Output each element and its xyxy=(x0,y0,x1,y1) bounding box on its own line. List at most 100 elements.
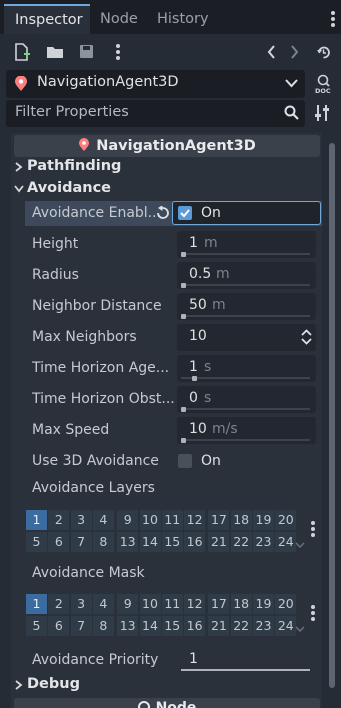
layer-bit-13[interactable]: 13 xyxy=(117,616,139,636)
history-forward-icon[interactable] xyxy=(290,44,300,60)
use-3d-avoidance-checkbox[interactable] xyxy=(178,454,192,468)
layer-bit-4[interactable]: 4 xyxy=(92,594,114,614)
layer-bit-15[interactable]: 15 xyxy=(161,532,183,552)
layer-bit-24[interactable]: 24 xyxy=(275,532,297,552)
spinbox-updown-icon[interactable] xyxy=(301,329,312,345)
layers-expand-icon[interactable] xyxy=(295,542,305,549)
layer-bit-22[interactable]: 22 xyxy=(230,616,252,636)
mask-expand-icon[interactable] xyxy=(295,626,305,633)
chevron-down-icon[interactable] xyxy=(285,79,298,88)
section-avoidance[interactable]: Avoidance xyxy=(27,180,111,196)
layer-bit-2[interactable]: 2 xyxy=(48,510,70,530)
layer-bit-17[interactable]: 17 xyxy=(208,594,230,614)
layer-bit-3[interactable]: 3 xyxy=(70,594,92,614)
layer-bit-16[interactable]: 16 xyxy=(184,532,206,552)
time-horizon-agents-label: Time Horizon Age... xyxy=(32,360,170,376)
filter-placeholder: Filter Properties xyxy=(15,104,129,120)
radius-field[interactable]: 0.5 m xyxy=(177,262,316,289)
layer-bit-5[interactable]: 5 xyxy=(26,532,47,552)
layer-bit-9[interactable]: 9 xyxy=(117,594,139,614)
chevron-down-icon[interactable] xyxy=(14,185,24,193)
layer-bit-17[interactable]: 17 xyxy=(208,510,230,530)
layer-bit-1[interactable]: 1 xyxy=(26,510,47,530)
layer-bit-21[interactable]: 21 xyxy=(208,532,230,552)
tab-node[interactable]: Node xyxy=(100,4,138,34)
avoidance-priority-field[interactable]: 1 xyxy=(177,647,316,674)
layer-bit-7[interactable]: 7 xyxy=(70,532,92,552)
slider-grabber[interactable] xyxy=(181,407,186,412)
save-icon[interactable] xyxy=(79,44,94,59)
layer-bit-19[interactable]: 19 xyxy=(253,594,274,614)
tab-menu-icon[interactable] xyxy=(331,11,335,29)
layer-bit-16[interactable]: 16 xyxy=(184,616,206,636)
layer-bit-15[interactable]: 15 xyxy=(161,616,183,636)
layers-menu-icon[interactable] xyxy=(311,521,315,539)
chevron-right-icon[interactable] xyxy=(15,680,23,690)
layer-bit-4[interactable]: 4 xyxy=(92,510,114,530)
avoidance-enabled-checkbox[interactable] xyxy=(172,201,321,225)
slider-track xyxy=(181,439,310,441)
layer-bit-23[interactable]: 23 xyxy=(253,616,274,636)
layer-bit-9[interactable]: 9 xyxy=(117,510,139,530)
class-docs-icon[interactable]: DOC xyxy=(314,74,332,95)
layer-bit-23[interactable]: 23 xyxy=(253,532,274,552)
chevron-right-icon[interactable] xyxy=(15,162,23,172)
layer-bit-18[interactable]: 18 xyxy=(230,510,252,530)
scrollbar[interactable] xyxy=(329,133,335,708)
history-back-icon[interactable] xyxy=(266,44,276,60)
layer-bit-1[interactable]: 1 xyxy=(26,594,47,614)
toolbar-menu-icon[interactable] xyxy=(116,44,120,62)
max-neighbors-spinbox[interactable]: 10 xyxy=(177,324,316,351)
layer-bit-6[interactable]: 6 xyxy=(48,616,70,636)
slider-grabber[interactable] xyxy=(181,438,186,443)
layer-bit-7[interactable]: 7 xyxy=(70,616,92,636)
layer-bit-8[interactable]: 8 xyxy=(92,616,114,636)
slider-grabber[interactable] xyxy=(192,376,197,381)
time-horizon-agents-value: 1 xyxy=(189,359,198,375)
layer-bit-11[interactable]: 11 xyxy=(161,510,183,530)
history-list-icon[interactable] xyxy=(316,45,331,60)
layer-bit-6[interactable]: 6 xyxy=(48,532,70,552)
layer-bit-5[interactable]: 5 xyxy=(26,616,47,636)
layer-bit-19[interactable]: 19 xyxy=(253,510,274,530)
layer-bit-11[interactable]: 11 xyxy=(161,594,183,614)
layer-bit-18[interactable]: 18 xyxy=(230,594,252,614)
neighbor-distance-field[interactable]: 50 m xyxy=(177,293,316,320)
layer-bit-12[interactable]: 12 xyxy=(184,594,206,614)
height-field[interactable]: 1 m xyxy=(177,231,316,258)
revert-icon[interactable] xyxy=(155,206,170,220)
layer-bit-20[interactable]: 20 xyxy=(275,594,297,614)
avoidance-mask-grid[interactable]: 1 2 3 4 9 10 11 12 17 18 19 20 5 6 7 8 13 14 15 16 21 22 23 24 xyxy=(26,594,297,636)
open-folder-icon[interactable] xyxy=(46,45,64,59)
time-horizon-obstacles-field[interactable]: 0 s xyxy=(177,386,316,413)
layer-bit-21[interactable]: 21 xyxy=(208,616,230,636)
layer-bit-13[interactable]: 13 xyxy=(117,532,139,552)
slider-grabber[interactable] xyxy=(181,283,186,288)
tab-inspector[interactable]: Inspector xyxy=(4,4,90,34)
layer-bit-20[interactable]: 20 xyxy=(275,510,297,530)
layer-bit-2[interactable]: 2 xyxy=(48,594,70,614)
section-debug[interactable]: Debug xyxy=(27,676,80,692)
layer-bit-22[interactable]: 22 xyxy=(230,532,252,552)
section-pathfinding[interactable]: Pathfinding xyxy=(27,158,121,174)
slider-grabber[interactable] xyxy=(181,252,186,257)
mask-menu-icon[interactable] xyxy=(311,605,315,623)
layer-bit-3[interactable]: 3 xyxy=(70,510,92,530)
checkbox-checked-icon[interactable] xyxy=(178,206,192,220)
time-horizon-agents-field[interactable]: 1 s xyxy=(177,355,316,382)
tab-history[interactable]: History xyxy=(157,4,209,34)
max-speed-field[interactable]: 10 m/s xyxy=(177,417,316,444)
slider-grabber[interactable] xyxy=(181,314,186,319)
scrollbar-thumb[interactable] xyxy=(329,143,335,688)
layer-bit-10[interactable]: 10 xyxy=(139,510,161,530)
layer-bit-14[interactable]: 14 xyxy=(139,616,161,636)
layer-bit-8[interactable]: 8 xyxy=(92,532,114,552)
avoidance-layers-grid[interactable]: 1 2 3 4 9 10 11 12 17 18 19 20 5 6 7 8 13 14 15 16 21 22 23 24 xyxy=(26,510,297,552)
layer-bit-24[interactable]: 24 xyxy=(275,616,297,636)
layer-bit-12[interactable]: 12 xyxy=(184,510,206,530)
layer-bit-14[interactable]: 14 xyxy=(139,532,161,552)
property-settings-icon[interactable] xyxy=(314,104,330,122)
layer-bit-10[interactable]: 10 xyxy=(139,594,161,614)
node-icon xyxy=(137,701,150,708)
new-resource-icon[interactable] xyxy=(14,43,30,61)
